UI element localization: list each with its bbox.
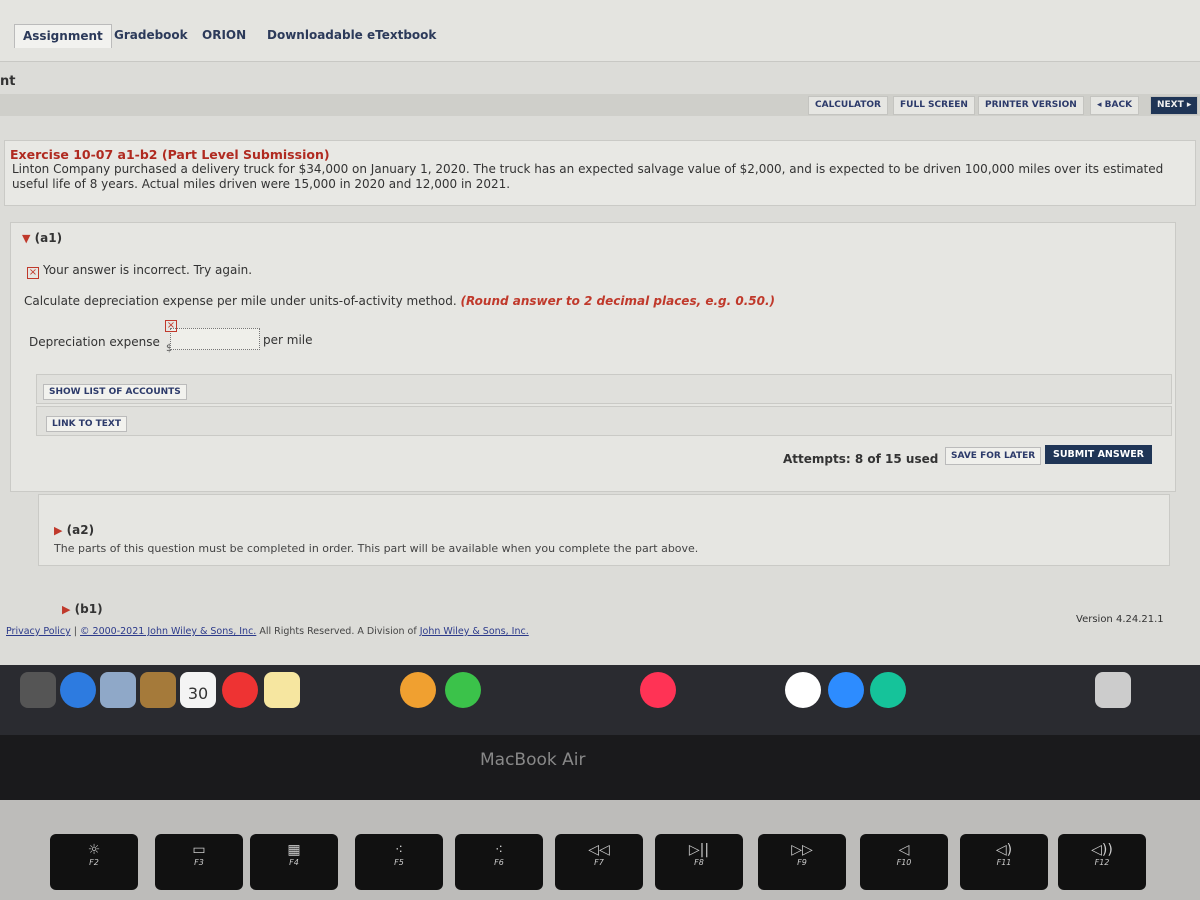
key-label: F5	[394, 858, 404, 867]
key-f12[interactable]: ◁)) F12	[1058, 834, 1146, 890]
question-text: Calculate depreciation expense per mile …	[24, 294, 457, 308]
tab-orion[interactable]: ORION	[194, 24, 254, 48]
submit-answer-button[interactable]: SUBMIT ANSWER	[1045, 445, 1153, 464]
side-label: nt	[0, 74, 16, 89]
key-f10[interactable]: ◁ F10	[860, 834, 948, 890]
link-to-text-button[interactable]: LINK TO TEXT	[46, 416, 128, 432]
question: Calculate depreciation expense per mile …	[24, 294, 775, 308]
safari-icon[interactable]	[60, 672, 96, 708]
caret-right-icon: ▶	[62, 603, 71, 616]
part-label: (b1)	[74, 602, 103, 616]
device-label: MacBook Air	[480, 750, 586, 770]
grammarly-icon[interactable]	[870, 672, 906, 708]
notes-icon[interactable]	[264, 672, 300, 708]
music-icon[interactable]	[640, 672, 676, 708]
mail-icon[interactable]	[100, 672, 136, 708]
printer-version-button[interactable]: PRINTER VERSION	[978, 96, 1084, 115]
next-button[interactable]: NEXT ▸	[1150, 96, 1199, 115]
privacy-link[interactable]: Privacy Policy	[6, 626, 71, 637]
exercise-title: Exercise 10-07 a1-b2 (Part Level Submiss…	[10, 147, 330, 162]
key-f2[interactable]: ☼ F2	[50, 834, 138, 890]
key-f5[interactable]: ⁖ F5	[355, 834, 443, 890]
calculator-button[interactable]: CALCULATOR	[808, 96, 888, 115]
caret-down-icon: ▼	[22, 232, 31, 245]
error-text: Your answer is incorrect. Try again.	[43, 263, 253, 277]
depreciation-expense-input[interactable]	[170, 328, 260, 350]
key-label: F2	[89, 858, 99, 867]
messages-icon[interactable]	[445, 672, 481, 708]
accounts-bar	[36, 374, 1172, 404]
caret-right-icon: ▶	[54, 524, 63, 537]
photos-icon[interactable]	[400, 672, 436, 708]
browser-screen: Assignment Gradebook ORION Downloadable …	[0, 0, 1200, 665]
key-label: F12	[1094, 858, 1110, 867]
part-a2	[38, 494, 1170, 566]
tab-etextbook[interactable]: Downloadable eTextbook	[259, 24, 444, 48]
key-f8[interactable]: ▷|| F8	[655, 834, 743, 890]
x-icon: ×	[165, 320, 177, 332]
key-label: F7	[594, 858, 604, 867]
part-a2-header[interactable]: ▶ (a2)	[54, 523, 94, 537]
key-label: F10	[896, 858, 912, 867]
key-f9[interactable]: ▷▷ F9	[758, 834, 846, 890]
key-label: F9	[797, 858, 807, 867]
zoom-icon[interactable]	[828, 672, 864, 708]
part-b1-header[interactable]: ▶ (b1)	[62, 602, 103, 616]
key-f11[interactable]: ◁) F11	[960, 834, 1048, 890]
part-label: (a1)	[34, 231, 63, 245]
contacts-icon[interactable]	[140, 672, 176, 708]
sep: |	[73, 626, 77, 637]
key-f3[interactable]: ▭ F3	[155, 834, 243, 890]
x-icon: ×	[27, 267, 39, 279]
calendar-icon[interactable]: 30	[180, 672, 216, 708]
unit-label: per mile	[263, 333, 313, 347]
key-label: F4	[289, 858, 299, 867]
launchpad-icon[interactable]	[20, 672, 56, 708]
part-label: (a2)	[66, 523, 95, 537]
question-hint: (Round answer to 2 decimal places, e.g. …	[460, 294, 775, 308]
key-label: F8	[694, 858, 704, 867]
part-a2-text: The parts of this question must be compl…	[54, 542, 699, 555]
show-accounts-button[interactable]: SHOW LIST OF ACCOUNTS	[43, 384, 187, 400]
no-entry-icon[interactable]	[222, 672, 258, 708]
part-a1-header[interactable]: ▼ (a1)	[22, 231, 62, 245]
error-message: × Your answer is incorrect. Try again.	[27, 263, 252, 279]
tab-gradebook[interactable]: Gradebook	[106, 24, 196, 48]
key-f4[interactable]: ▦ F4	[250, 834, 338, 890]
rights-text: All Rights Reserved. A Division of	[259, 626, 417, 637]
attempts: Attempts: 8 of 15 used	[783, 452, 939, 466]
exercise-text: Linton Company purchased a delivery truc…	[12, 162, 1164, 191]
key-label: F11	[996, 858, 1012, 867]
version: Version 4.24.21.1	[1076, 614, 1164, 625]
back-button[interactable]: ◂ BACK	[1090, 96, 1140, 115]
copyright-link[interactable]: © 2000-2021 John Wiley & Sons, Inc.	[80, 626, 256, 637]
key-f6[interactable]: ⁖ F6	[455, 834, 543, 890]
company-link[interactable]: John Wiley & Sons, Inc.	[420, 626, 529, 637]
tab-assignment[interactable]: Assignment	[14, 24, 112, 48]
trash-icon[interactable]	[1095, 672, 1131, 708]
chrome-icon[interactable]	[785, 672, 821, 708]
key-label: F3	[194, 858, 204, 867]
link-bar	[36, 406, 1172, 436]
save-for-later-button[interactable]: SAVE FOR LATER	[945, 447, 1042, 465]
full-screen-button[interactable]: FULL SCREEN	[893, 96, 975, 115]
footer: Privacy Policy | © 2000-2021 John Wiley …	[6, 626, 529, 637]
key-f7[interactable]: ◁◁ F7	[555, 834, 643, 890]
field-label: Depreciation expense	[29, 335, 160, 349]
key-label: F6	[494, 858, 504, 867]
